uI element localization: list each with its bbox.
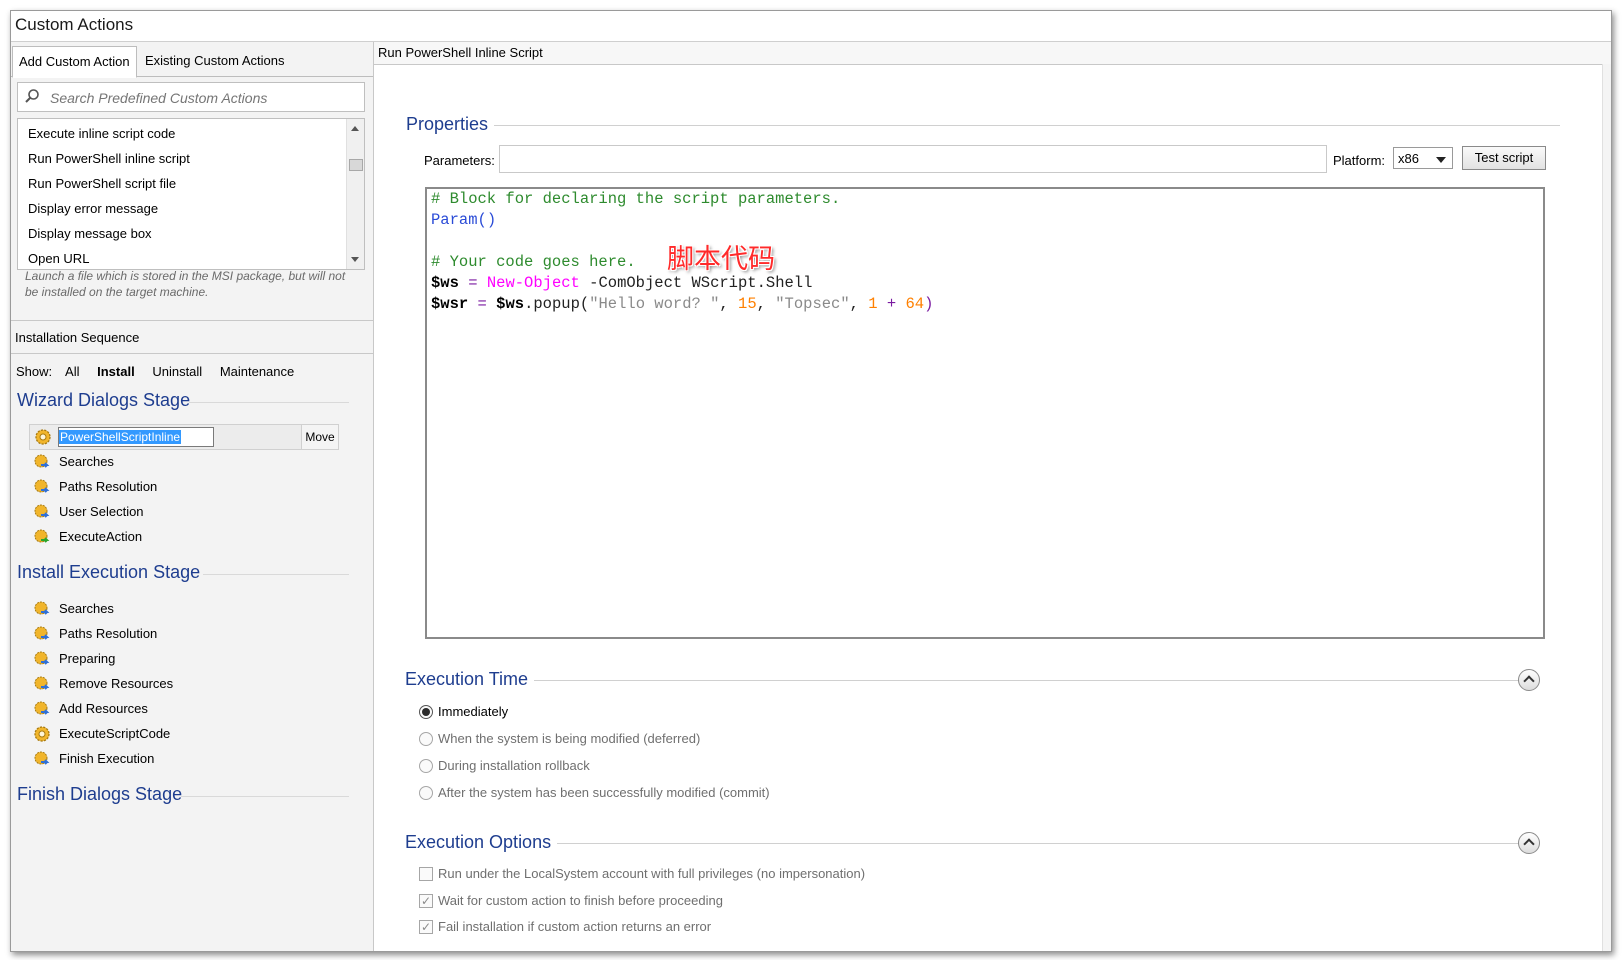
chevron-down-icon (1436, 157, 1446, 163)
tab-strip: Add Custom Action Existing Custom Action… (11, 46, 373, 78)
radio-button[interactable] (419, 786, 433, 800)
list-scrollbar[interactable] (346, 119, 364, 269)
filter-maintenance[interactable]: Maintenance (220, 364, 294, 379)
stage-title-finish: Finish Dialogs Stage (17, 784, 183, 804)
gear-arrow-icon (34, 504, 50, 518)
sequence-item-editing[interactable]: PowerShellScriptInline Move (29, 424, 339, 450)
test-script-button[interactable]: Test script (1462, 146, 1546, 170)
move-button[interactable]: Move (301, 425, 338, 449)
stage-title-wizard: Wizard Dialogs Stage (17, 390, 191, 410)
execution-time-title: Execution Time (405, 669, 535, 690)
list-item[interactable]: Open URL (28, 248, 89, 269)
gear-green-arrow-icon (34, 529, 50, 543)
platform-label: Platform: (1333, 153, 1386, 168)
divider (189, 402, 349, 403)
scroll-down-arrow-icon[interactable] (351, 257, 359, 262)
selected-text: PowerShellScriptInline (59, 430, 182, 444)
checkbox[interactable] (419, 892, 433, 910)
collapse-chevron-up-icon[interactable] (1518, 832, 1540, 854)
gear-icon (35, 429, 51, 445)
filter-install[interactable]: Install (97, 364, 135, 379)
gear-arrow-icon (34, 701, 50, 715)
radio-button[interactable] (419, 759, 433, 773)
gear-arrow-icon (34, 479, 50, 493)
collapse-chevron-up-icon[interactable] (1518, 669, 1540, 691)
parameters-label: Parameters: (424, 153, 495, 168)
parameters-input[interactable] (499, 145, 1327, 173)
divider (181, 796, 349, 797)
installation-sequence-header: Installation Sequence (11, 320, 373, 354)
list-item[interactable]: Run PowerShell script file (28, 173, 176, 195)
gear-arrow-icon (34, 676, 50, 690)
predefined-actions-list[interactable]: Execute inline script code Run PowerShel… (17, 118, 365, 270)
tab-add-custom-action[interactable]: Add Custom Action (12, 46, 137, 78)
panel-scrollbar[interactable] (1602, 64, 1611, 951)
code-line-2: Param() (431, 211, 497, 229)
search-icon (25, 89, 39, 103)
window-title: Custom Actions (11, 11, 1611, 42)
filter-uninstall[interactable]: Uninstall (152, 364, 202, 379)
list-item[interactable]: Run PowerShell inline script (28, 148, 190, 170)
left-pane: Add Custom Action Existing Custom Action… (11, 42, 374, 951)
tab-existing-custom-actions[interactable]: Existing Custom Actions (139, 46, 290, 76)
divider (406, 843, 1526, 844)
panel-title: Run PowerShell Inline Script (374, 42, 1611, 65)
filter-all[interactable]: All (65, 364, 79, 379)
gear-icon (34, 726, 50, 742)
script-editor[interactable]: # Block for declaring the script paramet… (425, 187, 1545, 639)
rename-input[interactable]: PowerShellScriptInline (58, 427, 214, 447)
scroll-thumb[interactable] (349, 159, 363, 171)
search-box[interactable] (17, 82, 365, 112)
show-filter: Show: All Install Uninstall Maintenance (16, 364, 308, 379)
gear-arrow-icon (34, 601, 50, 615)
show-label: Show: (16, 364, 53, 379)
gear-arrow-icon (34, 751, 50, 765)
divider (406, 125, 1560, 126)
stage-title-install: Install Execution Stage (17, 562, 201, 582)
execution-options-title: Execution Options (405, 832, 558, 853)
list-item[interactable]: Display error message (28, 198, 158, 220)
right-pane: Run PowerShell Inline Script Properties … (374, 42, 1611, 951)
properties-title: Properties (406, 114, 495, 135)
checkbox[interactable] (419, 918, 433, 936)
radio-button[interactable] (419, 705, 433, 719)
checkbox[interactable] (419, 867, 433, 881)
gear-arrow-icon (34, 626, 50, 640)
gear-arrow-icon (34, 651, 50, 665)
code-line-4: # Your code goes here. (431, 253, 636, 271)
annotation-label: 脚本代码 (667, 244, 775, 275)
platform-select[interactable]: x86 (1393, 147, 1453, 169)
list-item[interactable]: Execute inline script code (28, 123, 175, 145)
list-item[interactable]: Display message box (28, 223, 152, 245)
divider (406, 680, 1526, 681)
code-line-5: $ws = New-Object -ComObject WScript.Shel… (431, 274, 813, 292)
scroll-up-arrow-icon[interactable] (351, 126, 359, 131)
code-line-6: $wsr = $ws.popup("Hello word? ", 15, "To… (431, 295, 934, 313)
radio-button[interactable] (419, 732, 433, 746)
search-input[interactable] (48, 86, 362, 110)
divider (203, 574, 349, 575)
action-description: Launch a file which is stored in the MSI… (25, 269, 346, 299)
code-line-1: # Block for declaring the script paramet… (431, 190, 841, 208)
gear-arrow-icon (34, 454, 50, 468)
custom-actions-window: Custom Actions Add Custom Action Existin… (10, 10, 1612, 952)
